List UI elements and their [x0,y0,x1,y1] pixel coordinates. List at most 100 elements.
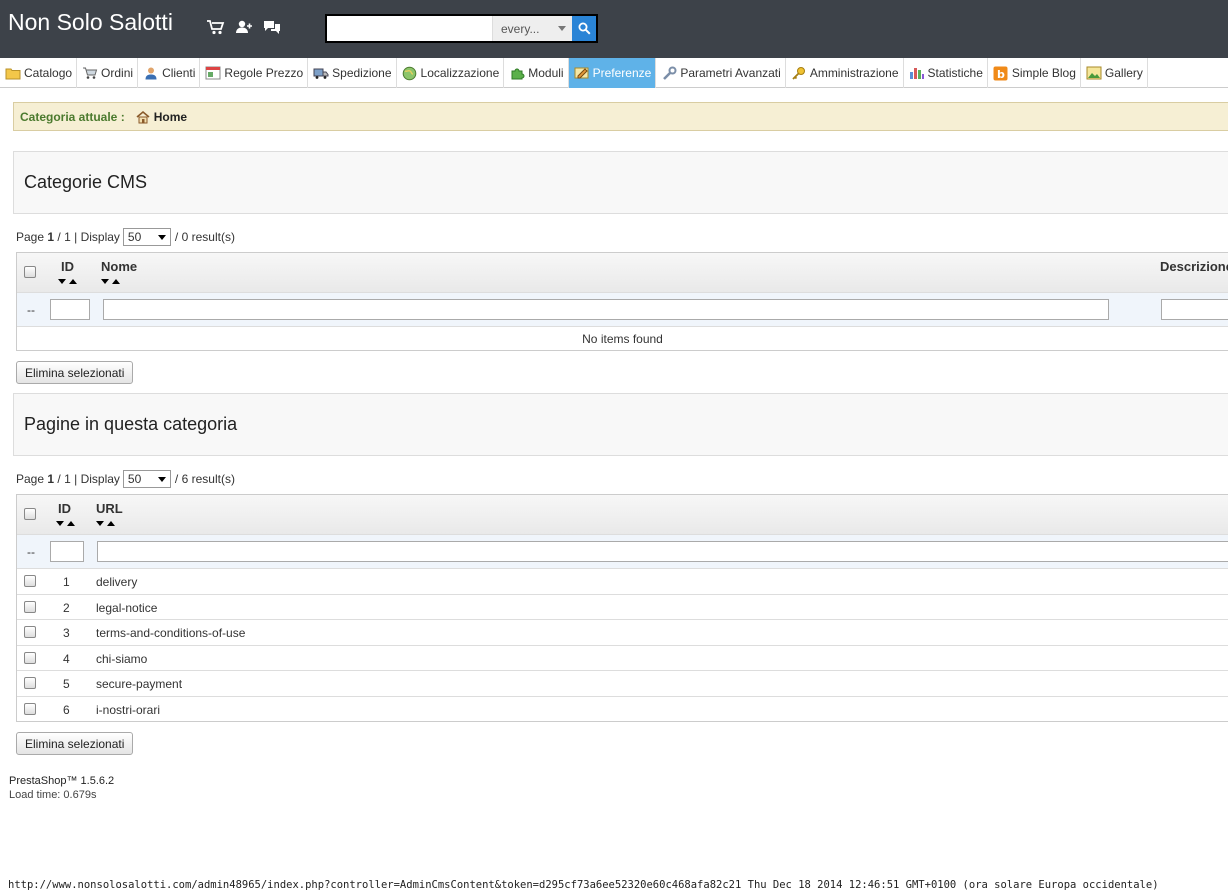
customers-icon[interactable] [234,18,254,36]
folder-icon [5,66,21,80]
sort-asc-icon[interactable] [107,521,115,526]
messages-icon[interactable] [262,18,282,36]
menu-item-ordini[interactable]: Ordini [77,58,139,88]
column-id[interactable]: ID [58,501,71,516]
filter-id-input[interactable] [50,299,90,320]
table-row[interactable]: 6 i-nostri-orari [17,697,1228,723]
table-row[interactable]: 3 terms-and-conditions-of-use [17,620,1228,646]
delete-selected-pages-button[interactable]: Elimina selezionati [16,732,134,755]
pager-page-label: Page [16,472,45,486]
row-checkbox[interactable] [24,626,36,638]
menu-label: Parametri Avanzati [680,66,781,80]
pager-results: / 0 result(s) [174,230,235,244]
top-header: Non Solo Salotti every... [0,0,1228,58]
row-id: 1 [63,575,70,589]
svg-text:b: b [997,68,1005,81]
sort-id[interactable] [58,279,77,284]
menu-item-parametri-avanzati[interactable]: Parametri Avanzati [656,58,786,88]
menu-item-amministrazione[interactable]: Amministrazione [786,58,904,88]
menu-label: Clienti [162,66,196,80]
menu-item-statistiche[interactable]: Statistiche [904,58,988,88]
row-url[interactable]: delivery [96,575,137,589]
sort-asc-icon[interactable] [112,279,120,284]
menu-item-gallery[interactable]: Gallery [1081,58,1148,88]
filter-id-input[interactable] [50,541,84,562]
row-url[interactable]: secure-payment [96,677,182,691]
menu-item-preferenze[interactable]: Preferenze [568,58,657,88]
chevron-down-icon [157,234,166,240]
search-scope-select[interactable]: every... [492,16,572,41]
menu-label: Amministrazione [809,66,899,80]
menu-item-clienti[interactable]: Clienti [138,58,201,88]
cart-icon[interactable] [206,18,226,36]
table-row[interactable]: 1 delivery [17,569,1228,595]
sort-asc-icon[interactable] [69,279,77,284]
menu-label: Catalogo [24,66,73,80]
filter-dash: -- [27,303,35,317]
delete-selected-categories-button[interactable]: Elimina selezionati [16,361,134,384]
column-url[interactable]: URL [96,501,123,516]
menu-label: Gallery [1104,66,1143,80]
menu-label: Ordini [101,66,134,80]
row-url[interactable]: legal-notice [96,601,157,615]
load-time-text: Load time: 0.679s [9,789,97,801]
column-description[interactable]: Descrizione [1160,259,1228,274]
table-row[interactable]: 4 chi-siamo [17,646,1228,671]
table-row[interactable]: 2 legal-notice [17,595,1228,620]
search-input[interactable] [327,16,492,41]
menu-item-spedizione[interactable]: Spedizione [308,58,397,88]
home-icon [136,110,150,123]
sort-desc-icon[interactable] [58,279,66,284]
column-id[interactable]: ID [61,259,74,274]
pager-total-pages: 1 [64,230,71,244]
menu-item-regole-prezzo[interactable]: Regole Prezzo [200,58,309,88]
column-name[interactable]: Nome [101,259,137,274]
menu-item-simple-blog[interactable]: b Simple Blog [988,58,1081,88]
sort-desc-icon[interactable] [101,279,109,284]
select-all-checkbox[interactable] [24,266,36,278]
shop-name[interactable]: Non Solo Salotti [8,9,173,36]
row-checkbox[interactable] [24,702,36,715]
filter-url-input[interactable] [97,541,1228,562]
sort-desc-icon[interactable] [56,521,64,526]
sort-desc-icon[interactable] [96,521,104,526]
menu-label: Simple Blog [1011,66,1076,80]
breadcrumb-home-link[interactable]: Home [135,110,187,124]
blog-icon: b [993,66,1009,81]
filter-row: -- [17,535,1228,569]
row-id: 2 [63,600,70,615]
chevron-down-icon [157,476,166,482]
select-all-checkbox[interactable] [24,508,36,520]
filter-name-input[interactable] [103,299,1109,320]
search-button[interactable] [572,16,596,41]
pages-table: ID URL -- 1 delivery 2 legal-notice 3 te… [16,494,1228,722]
row-url[interactable]: chi-siamo [96,652,147,666]
preferences-icon [574,66,590,80]
menu-label: Preferenze [592,66,652,80]
per-page-select[interactable]: 50 [122,470,171,488]
menu-label: Localizzazione [420,66,500,80]
table-header: ID URL [17,495,1228,535]
pager-current-page: 1 [47,230,55,244]
menu-item-catalogo[interactable]: Catalogo [0,58,78,88]
sort-url[interactable] [96,521,115,526]
sort-id[interactable] [56,521,75,526]
truck-icon [313,66,329,80]
globe-icon [402,66,418,80]
row-url[interactable]: terms-and-conditions-of-use [96,626,245,640]
menu-item-localizzazione[interactable]: Localizzazione [397,58,505,88]
filter-description-input[interactable] [1161,299,1228,320]
row-url[interactable]: i-nostri-orari [96,703,160,717]
table-row[interactable]: 5 secure-payment [17,671,1228,697]
per-page-select[interactable]: 50 [122,228,171,246]
row-checkbox[interactable] [24,575,36,587]
row-checkbox[interactable] [24,651,36,664]
filter-dash: -- [27,545,35,559]
row-checkbox[interactable] [24,677,36,689]
sort-asc-icon[interactable] [67,521,75,526]
search-bar: every... [325,14,598,43]
row-checkbox[interactable] [24,600,36,613]
sort-name[interactable] [101,279,120,284]
price-rules-icon [205,66,221,80]
menu-item-moduli[interactable]: Moduli [504,58,569,88]
